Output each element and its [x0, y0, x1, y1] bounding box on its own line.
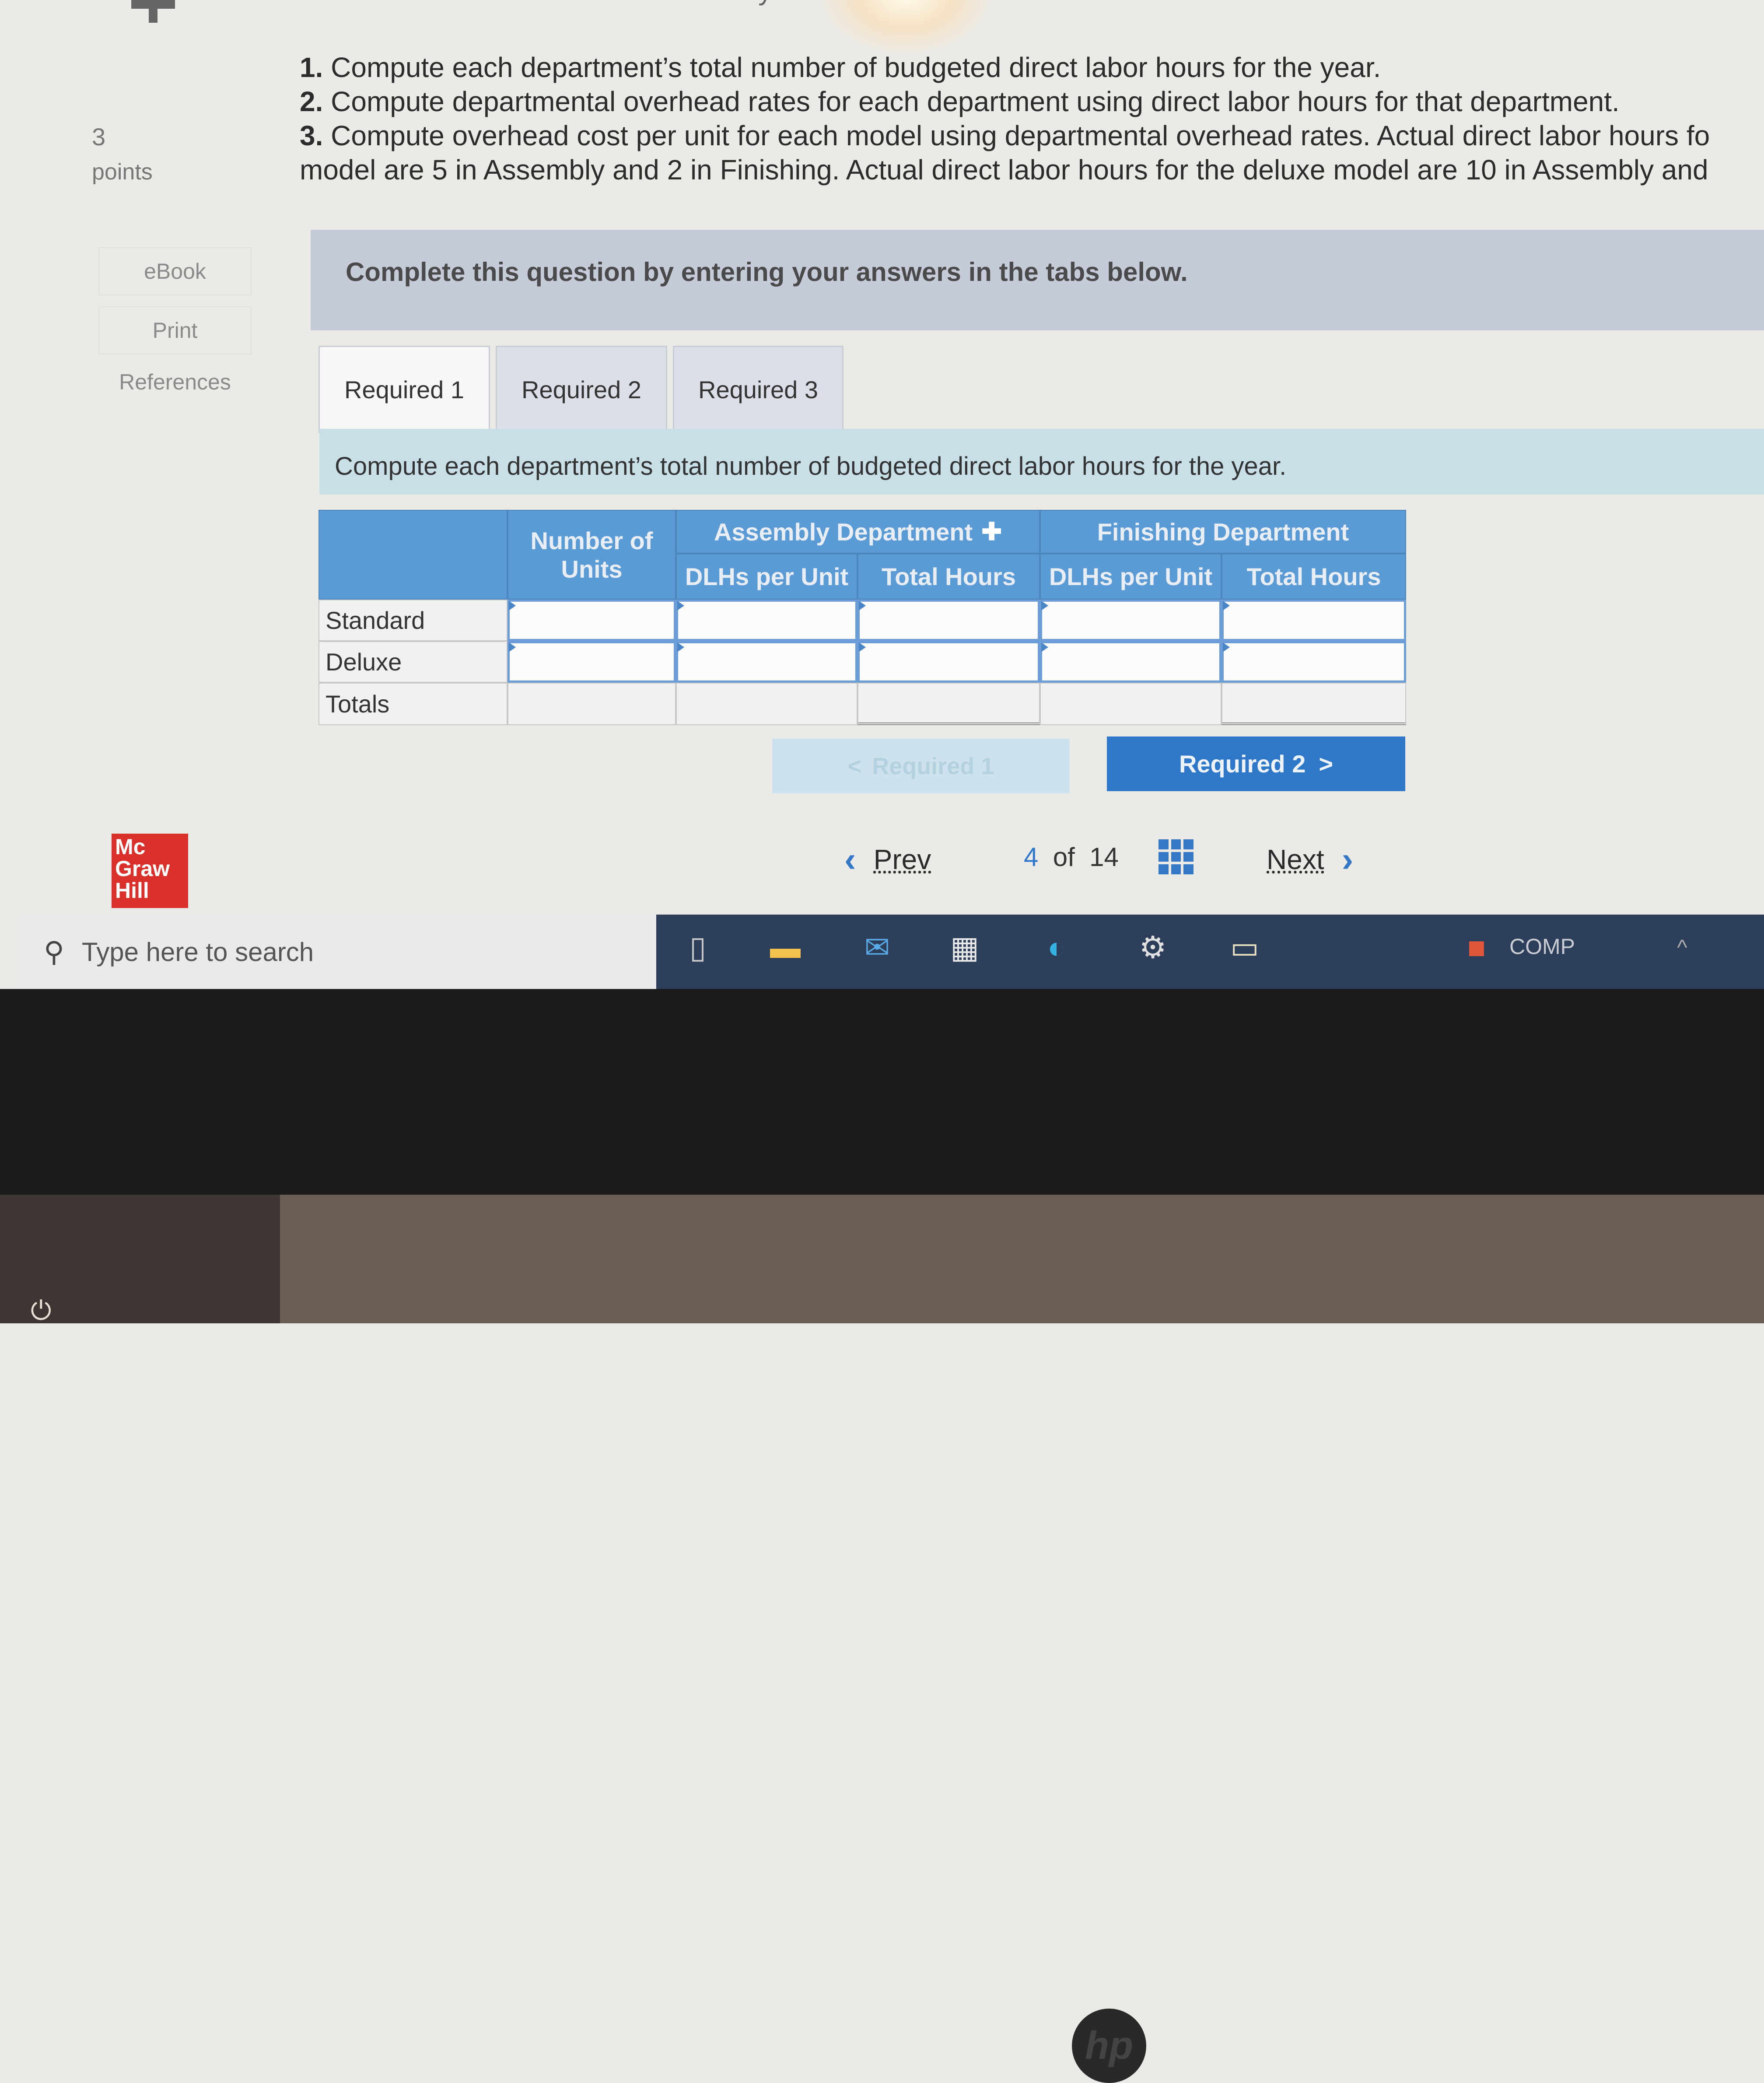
windows-taskbar: ⚲ Type here to search ▯ ▬ ✉ ▦ ◐ ⚙ ▭ ■ CO… [18, 915, 1764, 989]
row-label-deluxe: Deluxe [318, 641, 508, 683]
header-units: Number of Units [508, 510, 676, 600]
totals-finishing-dlh-cell [1040, 683, 1222, 725]
question-grid-icon[interactable] [1158, 839, 1194, 874]
header-assembly: Assembly Department ✚ [676, 510, 1040, 554]
prev-required-label: Required 1 [872, 753, 994, 779]
edge-icon[interactable]: ◐ [1037, 928, 1076, 967]
standard-assembly-total-input[interactable] [858, 600, 1040, 641]
totals-units-cell [508, 683, 676, 725]
tab-required-3[interactable]: Required 3 [673, 346, 844, 433]
chevron-up-icon[interactable]: ^ [1662, 928, 1702, 967]
taskbar-search[interactable]: ⚲ Type here to search [18, 915, 656, 989]
banner-text: Complete this question by entering your … [346, 257, 1188, 287]
prev-label: Prev [873, 844, 931, 875]
print-button[interactable]: Print [98, 306, 252, 354]
page-indicator: 4 of 14 [1024, 842, 1119, 872]
row-label-totals: Totals [318, 683, 508, 725]
app-window-icon[interactable]: ▭ [1225, 928, 1264, 967]
current-page: 4 [1024, 842, 1039, 872]
deluxe-assembly-dlh-input[interactable] [676, 641, 858, 683]
question-item-2: 2. Compute departmental overhead rates f… [300, 86, 1620, 117]
plus-icon [131, 0, 175, 23]
task-view-icon[interactable]: ▯ [678, 928, 718, 967]
header-blank [318, 510, 508, 600]
totals-finishing-total-cell [1222, 683, 1406, 725]
mail-icon[interactable]: ✉ [858, 928, 897, 967]
next-label: Next [1267, 844, 1324, 875]
deluxe-units-input[interactable] [508, 641, 676, 683]
tab-required-2[interactable]: Required 2 [496, 346, 667, 433]
points-indicator: 3 points [92, 123, 153, 185]
taskbar-apps: ▯ ▬ ✉ ▦ ◐ ⚙ ▭ ■ COMP ^ [656, 915, 1764, 989]
header-assembly-total: Total Hours [858, 554, 1040, 600]
instruction-text: Compute each department’s total number o… [335, 452, 1287, 480]
deluxe-assembly-total-input[interactable] [858, 641, 1040, 683]
question-item-3-cont: model are 5 in Assembly and 2 in Finishi… [300, 154, 1708, 186]
file-explorer-icon[interactable]: ▬ [766, 928, 805, 967]
next-question-button[interactable]: Next › [1267, 839, 1353, 880]
store-icon[interactable]: ▦ [945, 928, 984, 967]
points-value: 3 [92, 123, 106, 151]
header-finishing-total: Total Hours [1222, 554, 1406, 600]
tab-instruction: Compute each department’s total number o… [319, 429, 1764, 494]
chevron-right-icon: > [1319, 750, 1334, 778]
cut-off-text: 150 units of the deluxe model for the ye… [298, 0, 813, 6]
prev-question-button[interactable]: ‹ Prev [844, 839, 931, 880]
question-item-3: 3. Compute overhead cost per unit for ea… [300, 120, 1710, 151]
header-finishing-dlh: DLHs per Unit [1040, 554, 1222, 600]
browser-screen: 150 units of the deluxe model for the ye… [0, 0, 1764, 915]
tray-text: COMP [1509, 934, 1575, 959]
references-button[interactable]: References [98, 358, 252, 406]
standard-units-input[interactable] [508, 600, 676, 641]
chevron-left-icon: < [847, 753, 862, 779]
prev-required-button[interactable]: < Required 1 [772, 739, 1070, 793]
laptop-bezel: hp [0, 989, 1764, 2083]
next-required-label: Required 2 [1179, 750, 1306, 778]
question-text: 1. Compute each department’s total numbe… [300, 50, 1764, 187]
page-of: of [1053, 842, 1075, 872]
row-label-standard: Standard [318, 600, 508, 641]
screen-glare [822, 0, 989, 53]
total-pages: 14 [1089, 842, 1119, 872]
settings-gear-icon[interactable]: ⚙ [1133, 928, 1172, 967]
hp-logo: hp [1072, 2009, 1146, 2083]
ebook-button[interactable]: eBook [98, 247, 252, 295]
plus-icon: ✚ [981, 518, 1002, 545]
question-item-1: 1. Compute each department’s total numbe… [300, 52, 1381, 83]
standard-finishing-dlh-input[interactable] [1040, 600, 1222, 641]
search-icon: ⚲ [44, 936, 64, 968]
points-label: points [92, 159, 153, 185]
tray-app-icon[interactable]: ■ [1457, 928, 1496, 967]
power-icon: ⏻ [31, 1296, 52, 1325]
labor-hours-table: Number of Units Assembly Department ✚ Fin… [318, 510, 1406, 725]
totals-assembly-total-cell [858, 683, 1040, 725]
deluxe-finishing-dlh-input[interactable] [1040, 641, 1222, 683]
mcgraw-hill-logo: Mc Graw Hill [112, 834, 188, 908]
chevron-right-icon: › [1341, 840, 1354, 879]
search-placeholder: Type here to search [81, 937, 314, 967]
deluxe-finishing-total-input[interactable] [1222, 641, 1406, 683]
standard-assembly-dlh-input[interactable] [676, 600, 858, 641]
next-required-button[interactable]: Required 2 > [1107, 736, 1405, 791]
chevron-left-icon: ‹ [844, 840, 856, 879]
instruction-banner: Complete this question by entering your … [311, 230, 1764, 330]
header-finishing: Finishing Department [1040, 510, 1406, 554]
totals-assembly-dlh-cell [676, 683, 858, 725]
standard-finishing-total-input[interactable] [1222, 600, 1406, 641]
tab-required-1[interactable]: Required 1 [318, 346, 490, 433]
header-assembly-dlh: DLHs per Unit [676, 554, 858, 600]
